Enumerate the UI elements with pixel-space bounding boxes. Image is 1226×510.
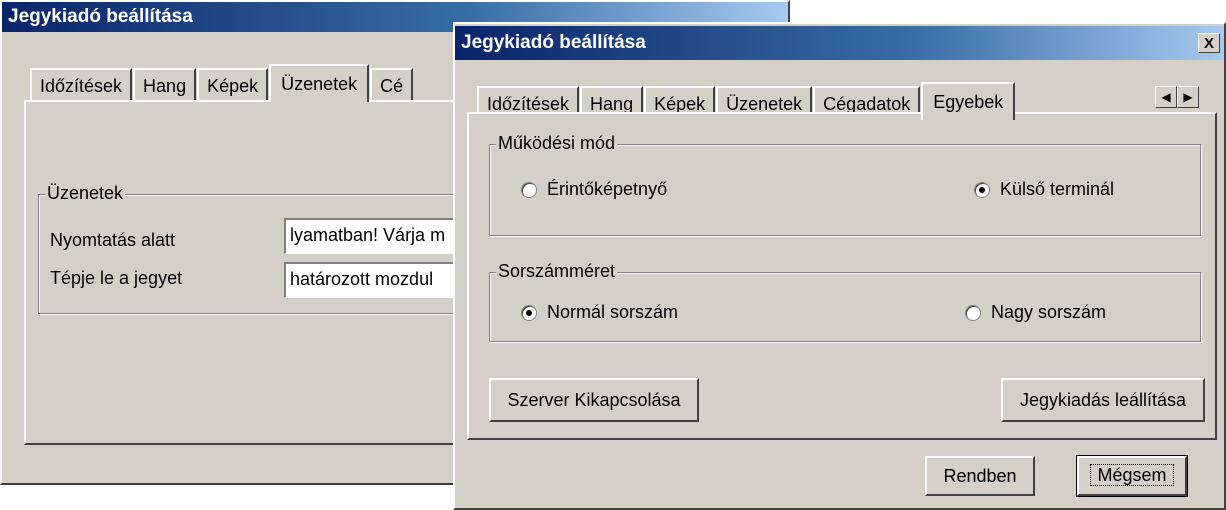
radio-normal-ticket-indicator <box>521 304 537 321</box>
radio-external-terminal[interactable]: Külső terminál <box>974 179 1114 200</box>
server-off-button[interactable]: Szerver Kikapcsolása <box>489 378 699 422</box>
back-tab-strip: Időzítések Hang Képek Üzenetek Cé <box>30 64 414 102</box>
arrow-right-icon: ▶ <box>1183 90 1193 104</box>
close-icon: X <box>1203 35 1214 52</box>
back-tab-idozitesek[interactable]: Időzítések <box>30 68 133 100</box>
front-dialog-window: Jegykiadó beállítása X Időzítések Hang K… <box>453 22 1226 510</box>
arrow-left-icon: ◀ <box>1161 90 1171 104</box>
radio-external-terminal-label: Külső terminál <box>1000 179 1115 199</box>
front-dialog-title: Jegykiadó beállítása <box>455 26 1224 60</box>
back-tab-hang[interactable]: Hang <box>133 68 197 100</box>
back-messages-group-label: Üzenetek <box>45 183 126 204</box>
tab-scroll-left-button[interactable]: ◀ <box>1155 86 1177 108</box>
tab-egyebek[interactable]: Egyebek <box>921 82 1016 120</box>
radio-large-ticket[interactable]: Nagy sorszám <box>965 302 1106 323</box>
radio-touchscreen-indicator <box>521 181 537 198</box>
radio-normal-ticket-label: Normál sorszám <box>547 302 679 322</box>
radio-touchscreen-label: Érintőképetnyő <box>547 179 668 199</box>
front-tab-panel: Működési mód Érintőképetnyő Külső termin… <box>467 112 1217 440</box>
radio-touchscreen[interactable]: Érintőképetnyő <box>521 179 667 200</box>
back-tab-kepek[interactable]: Képek <box>197 68 269 100</box>
ticket-size-group-label: Sorszámméret <box>496 261 618 282</box>
radio-large-ticket-label: Nagy sorszám <box>991 302 1107 322</box>
ok-button[interactable]: Rendben <box>925 456 1035 496</box>
back-tab-uzenetek[interactable]: Üzenetek <box>269 64 370 102</box>
radio-normal-ticket[interactable]: Normál sorszám <box>521 302 678 323</box>
back-row-label-printing: Nyomtatás alatt <box>50 230 176 250</box>
stop-ticketing-button[interactable]: Jegykiadás leállítása <box>1001 378 1205 422</box>
close-button[interactable]: X <box>1198 33 1220 53</box>
back-row-label-tear: Tépje le a jegyet <box>50 268 183 288</box>
radio-external-terminal-indicator <box>974 181 990 198</box>
back-tab-cegadatok[interactable]: Cé <box>370 68 414 100</box>
tab-scroll-right-button[interactable]: ▶ <box>1177 86 1199 108</box>
cancel-button-label: Mégsem <box>1090 464 1174 486</box>
radio-large-ticket-indicator <box>965 304 981 321</box>
cancel-button[interactable]: Mégsem <box>1076 455 1188 497</box>
operating-mode-group-label: Működési mód <box>496 133 618 154</box>
